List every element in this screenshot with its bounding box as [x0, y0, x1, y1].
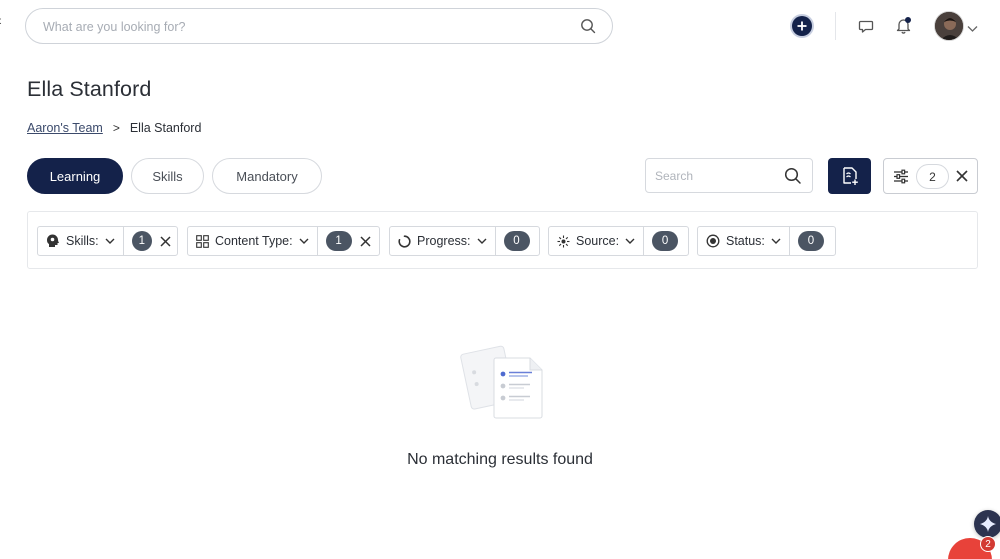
filter-label: Content Type: [215, 234, 293, 248]
search-icon[interactable] [580, 18, 596, 39]
page-title: Ella Stanford [27, 77, 152, 101]
breadcrumb-current: Ella Stanford [129, 121, 202, 135]
filter-count-badge: 1 [131, 231, 152, 251]
filter-chip-status[interactable]: Status: 0 [697, 226, 836, 256]
grid-icon [196, 234, 209, 248]
clear-filter-icon[interactable] [160, 235, 171, 247]
filter-chip-content-type-dropdown[interactable]: Content Type: [188, 227, 318, 255]
breadcrumb: Aaron's Team > Ella Stanford [27, 121, 201, 135]
top-bar: ‹ [0, 0, 1000, 54]
chevron-down-icon [105, 238, 115, 244]
empty-documents-illustration [458, 340, 548, 420]
chat-badge: 2 [980, 536, 996, 552]
assign-learning-button[interactable] [828, 158, 871, 194]
filter-count-badge: 0 [652, 231, 679, 251]
sparkle-icon [557, 235, 570, 247]
filter-label: Skills: [66, 234, 99, 248]
back-caret-icon[interactable]: ‹ [0, 12, 2, 28]
head-icon [47, 234, 59, 247]
chevron-down-icon [299, 238, 309, 244]
filter-count-badge: 0 [503, 231, 530, 251]
list-search-box[interactable] [645, 158, 813, 193]
filter-row: Skills: 1 Content Type: 1 Progress: 0 So… [27, 211, 978, 269]
topbar-divider [835, 12, 836, 40]
tab-mandatory[interactable]: Mandatory [212, 158, 322, 194]
document-add-icon [842, 167, 858, 185]
empty-state-message: No matching results found [407, 451, 593, 468]
ai-assistant-button[interactable] [974, 510, 1000, 538]
filter-chip-status-dropdown[interactable]: Status: [698, 227, 790, 255]
notification-dot [905, 17, 911, 23]
filter-chip-source[interactable]: Source: 0 [548, 226, 689, 256]
filter-chip-source-dropdown[interactable]: Source: [549, 227, 645, 255]
chevron-down-icon [477, 238, 486, 244]
filter-chip-content-type[interactable]: Content Type: 1 [187, 226, 380, 256]
filter-chip-skills-dropdown[interactable]: Skills: [38, 227, 124, 255]
sparkle-icon [980, 516, 996, 532]
filter-label: Status: [726, 234, 765, 248]
filter-count-badge: 1 [325, 231, 352, 251]
avatar[interactable] [934, 11, 964, 41]
target-icon [706, 234, 720, 248]
tab-skills[interactable]: Skills [131, 158, 204, 194]
global-search-input[interactable] [43, 18, 563, 36]
breadcrumb-separator: > [112, 121, 120, 135]
tab-learning[interactable]: Learning [27, 158, 123, 194]
filter-label: Progress: [417, 234, 471, 248]
chat-icon[interactable] [858, 18, 874, 39]
global-search-box[interactable] [25, 8, 613, 44]
sliders-icon[interactable] [893, 169, 909, 189]
clear-filters-icon[interactable] [955, 169, 969, 188]
chevron-down-icon [771, 238, 781, 244]
filter-toggle[interactable]: 2 [883, 158, 978, 194]
search-icon[interactable] [784, 167, 802, 190]
filter-count-badge: 0 [797, 231, 824, 251]
chevron-down-icon [625, 238, 635, 244]
active-filter-count: 2 [916, 164, 949, 189]
list-search-input[interactable] [655, 168, 775, 184]
filter-chip-progress-dropdown[interactable]: Progress: [390, 227, 496, 255]
filter-chip-progress[interactable]: Progress: 0 [389, 226, 540, 256]
filter-chip-skills[interactable]: Skills: 1 [37, 226, 178, 256]
progress-icon [398, 234, 411, 248]
clear-filter-icon[interactable] [360, 235, 371, 247]
breadcrumb-parent-link[interactable]: Aaron's Team [27, 121, 103, 135]
chevron-down-icon[interactable] [967, 20, 978, 38]
filter-label: Source: [576, 234, 620, 248]
add-circle-icon[interactable] [792, 16, 812, 36]
